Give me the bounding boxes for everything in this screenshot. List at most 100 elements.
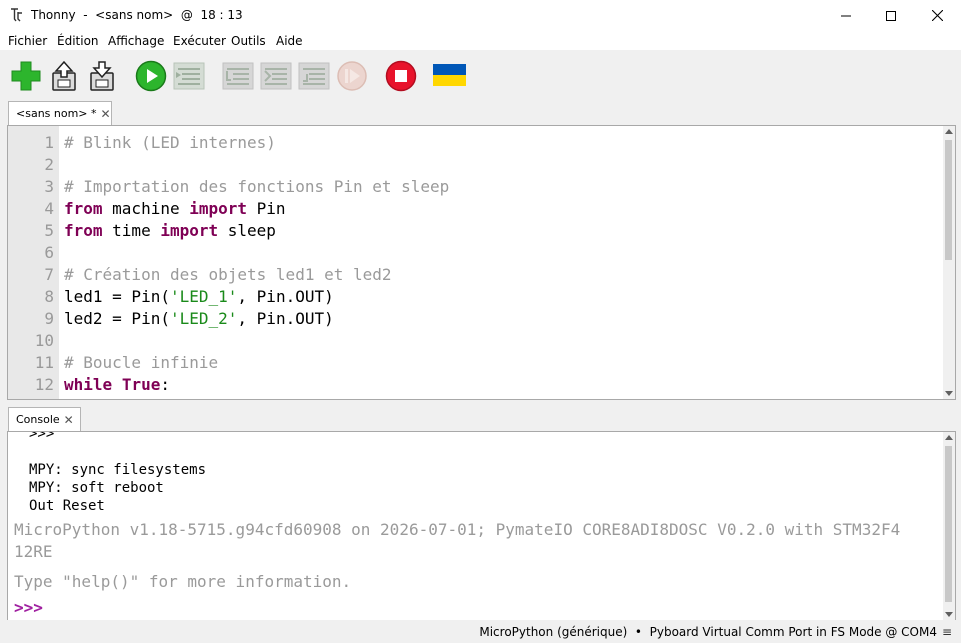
editor-scrollbar[interactable] (943, 126, 955, 399)
console-scrollbar[interactable] (943, 432, 955, 620)
status-bar: MicroPython (générique) • Pyboard Virtua… (0, 620, 961, 643)
line-number-gutter: 1 2 3 4 5 6 7 8 9 10 11 12 (8, 126, 59, 399)
code-text: , Pin.OUT) (237, 309, 334, 328)
code-line: led2 = Pin('LED_2', Pin.OUT) (64, 309, 334, 328)
menu-edition[interactable]: Édition (57, 34, 99, 48)
run-button[interactable] (135, 60, 167, 92)
code-comment: # Boucle infinie (64, 353, 219, 372)
save-file-button[interactable] (86, 60, 118, 92)
code-text: : (160, 375, 170, 394)
debug-button[interactable] (173, 60, 205, 92)
minimize-icon (841, 15, 851, 16)
line-number: 8 (44, 287, 54, 306)
menu-aide[interactable]: Aide (276, 34, 303, 48)
ukraine-flag-icon (433, 64, 466, 86)
new-file-icon (11, 61, 41, 91)
hamburger-menu-icon[interactable]: ≡ (942, 625, 952, 639)
console-output-line: Out Reset (29, 498, 105, 514)
close-tab-icon[interactable]: ✕ (101, 107, 111, 121)
code-text: time (102, 221, 161, 240)
code-keyword: True (121, 375, 161, 394)
debug-icon (173, 62, 205, 90)
console-tab[interactable]: Console ✕ (8, 407, 81, 431)
resume-icon (337, 61, 367, 91)
line-number: 2 (44, 155, 54, 174)
editor-tab[interactable]: <sans nom> * ✕ (8, 101, 112, 125)
scroll-up-arrow-icon[interactable] (945, 129, 953, 134)
code-string: 'LED_1' (169, 287, 238, 306)
code-text: Pin (247, 199, 286, 218)
code-comment: # Importation des fonctions Pin et sleep (64, 177, 450, 196)
code-line: # Importation des fonctions Pin et sleep (64, 177, 449, 196)
code-text: machine (102, 199, 190, 218)
editor-scroll-thumb[interactable] (945, 140, 952, 260)
stop-button[interactable] (385, 60, 417, 92)
shell-console[interactable]: >>> MPY: sync filesystems MPY: soft rebo… (7, 431, 956, 621)
close-icon (931, 10, 943, 21)
code-keyword: from (64, 221, 103, 240)
line-number: 6 (44, 243, 54, 262)
code-line: # Création des objets led1 et led2 (64, 265, 392, 284)
console-output-line: MPY: sync filesystems (29, 462, 207, 478)
code-text: led1 = Pin( (64, 287, 170, 306)
step-into-button[interactable] (260, 60, 292, 92)
step-into-icon (260, 62, 292, 90)
step-out-button[interactable] (298, 60, 330, 92)
code-text: , Pin.OUT) (237, 287, 334, 306)
shell-prompt[interactable]: >>> (14, 598, 43, 617)
micropython-banner: 12RE (14, 542, 53, 561)
maximize-button[interactable] (868, 0, 914, 31)
step-over-icon (222, 62, 254, 90)
save-file-icon (90, 61, 114, 91)
interpreter-status[interactable]: MicroPython (générique) • Pyboard Virtua… (479, 625, 937, 639)
maximize-icon (886, 10, 896, 21)
code-keyword: from (64, 199, 103, 218)
window-title: Thonny - <sans nom> @ 18 : 13 (31, 8, 243, 22)
toolbar (0, 50, 961, 100)
thonny-app-icon (11, 8, 22, 22)
line-number: 9 (44, 309, 54, 328)
open-file-button[interactable] (48, 60, 80, 92)
resume-button[interactable] (336, 60, 368, 92)
line-number: 1 (44, 133, 54, 152)
line-number: 3 (44, 177, 54, 196)
code-line: while True: (64, 375, 170, 394)
menu-bar: Fichier Édition Affichage Exécuter Outil… (0, 31, 961, 50)
code-line: from time import sleep (64, 221, 276, 240)
scroll-down-arrow-icon[interactable] (945, 391, 953, 396)
code-line: # Blink (LED internes) (64, 133, 276, 152)
ukraine-flag-button[interactable] (433, 64, 466, 88)
micropython-banner: MicroPython v1.18-5715.g94cfd60908 on 20… (14, 520, 901, 539)
code-line: from machine import Pin (64, 199, 286, 218)
step-over-button[interactable] (222, 60, 254, 92)
menu-fichier[interactable]: Fichier (8, 34, 47, 48)
run-icon (135, 60, 167, 92)
menu-outils[interactable]: Outils (231, 34, 266, 48)
code-text: sleep (218, 221, 276, 240)
close-tab-icon[interactable]: ✕ (64, 413, 74, 427)
help-hint: Type "help()" for more information. (14, 572, 352, 591)
new-file-button[interactable] (10, 60, 42, 92)
code-text: led2 = Pin( (64, 309, 170, 328)
console-scroll-thumb[interactable] (945, 446, 952, 602)
scroll-up-arrow-icon[interactable] (945, 435, 953, 440)
console-tab-label: Console (16, 413, 60, 426)
line-number: 4 (44, 199, 54, 218)
close-window-button[interactable] (914, 0, 960, 31)
editor-tab-label: <sans nom> * (16, 107, 97, 120)
menu-affichage[interactable]: Affichage (108, 34, 164, 48)
menu-executer[interactable]: Exécuter (173, 34, 226, 48)
open-file-icon (52, 60, 76, 91)
line-number: 5 (44, 221, 54, 240)
console-output-line: MPY: soft reboot (29, 480, 164, 496)
scroll-down-arrow-icon[interactable] (945, 612, 953, 617)
line-number: 11 (34, 353, 54, 372)
line-number: 10 (34, 331, 54, 350)
title-bar: Thonny - <sans nom> @ 18 : 13 (0, 0, 961, 31)
code-comment: # Création des objets led1 et led2 (64, 265, 392, 284)
minimize-button[interactable] (823, 0, 869, 31)
console-output-line: >>> (29, 431, 55, 442)
code-editor[interactable]: 1 2 3 4 5 6 7 8 9 10 11 12 # Blink (LED … (7, 125, 956, 400)
code-keyword: import (160, 221, 219, 240)
code-line: # Boucle infinie (64, 353, 218, 372)
